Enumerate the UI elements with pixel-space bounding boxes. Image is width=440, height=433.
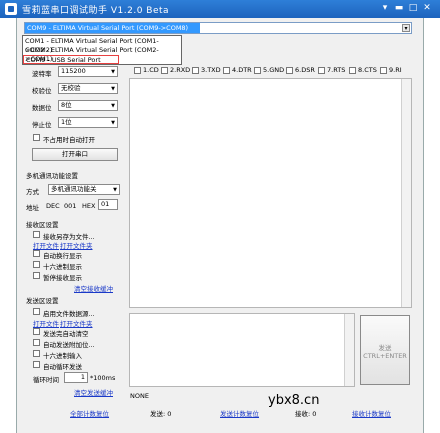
send-area[interactable]	[129, 313, 355, 387]
pause-display-checkbox[interactable]	[33, 272, 40, 279]
chevron-down-icon: ▼	[113, 187, 117, 193]
no-occupy-checkbox[interactable]	[33, 134, 40, 141]
chevron-down-icon: ▼	[111, 120, 115, 126]
received-count: 接收: 0	[295, 410, 317, 418]
loop-time-input[interactable]: 1	[64, 372, 88, 383]
receive-area[interactable]	[129, 78, 412, 308]
hex-display-label: 十六进制显示	[43, 263, 82, 271]
file-data-checkbox[interactable]	[33, 308, 40, 315]
signal-rts[interactable]: 7.RTS	[318, 66, 345, 75]
baud-label: 波特率	[32, 70, 52, 78]
port-option-selected[interactable]: COM9 - USB Serial Port	[23, 55, 119, 64]
hex-input-checkbox[interactable]	[33, 350, 40, 357]
signal-dsr[interactable]: 6.DSR	[286, 66, 315, 75]
receive-scrollbar[interactable]	[401, 79, 411, 307]
file-data-label: 启用文件数据源...	[43, 310, 95, 318]
send-section: 发送区设置	[26, 297, 59, 305]
mode-select[interactable]: 多机通讯功能关 ▼	[48, 184, 120, 195]
minimize-button[interactable]: ▬	[392, 2, 406, 15]
signal-gnd[interactable]: 5.GND	[254, 66, 284, 75]
chevron-down-icon: ▼	[111, 69, 115, 75]
port-dropdown-list: COM1 - ELTIMA Virtual Serial Port (COM1-…	[22, 35, 182, 65]
auto-loop-label: 自动循环发送	[43, 363, 82, 371]
auto-newline-checkbox[interactable]	[33, 250, 40, 257]
app-icon	[5, 3, 17, 15]
reset-all-counts-link[interactable]: 全部计数复位	[70, 408, 109, 418]
auto-newline-label: 自动换行显示	[43, 252, 82, 260]
addr-dec-value[interactable]: 001	[64, 202, 76, 210]
signal-ri[interactable]: 9.RI	[380, 66, 402, 75]
port-select[interactable]: COM9 - ELTIMA Virtual Serial Port (COM9-…	[24, 22, 412, 34]
reset-sent-count-link[interactable]: 发送计数复位	[220, 408, 259, 418]
sent-count: 发送: 0	[150, 410, 172, 418]
pin-button[interactable]: ▾	[378, 2, 392, 15]
loop-time-label: 循环时间	[33, 376, 59, 384]
send-button[interactable]: 发送 CTRL+ENTER	[360, 315, 410, 385]
addr-label: 地址	[26, 204, 39, 212]
data-bits-select[interactable]: 8位 ▼	[58, 100, 118, 111]
multi-comm-section: 多机通讯功能设置	[26, 172, 78, 180]
send-scrollbar[interactable]	[344, 314, 354, 386]
clear-receive-link[interactable]: 清空接收缓冲	[74, 283, 113, 293]
auto-loop-checkbox[interactable]	[33, 361, 40, 368]
open-port-button[interactable]: 打开串口	[32, 148, 118, 161]
port-select-value: COM9 - ELTIMA Virtual Serial Port (COM9-…	[25, 23, 200, 33]
stop-bits-label: 停止位	[32, 121, 52, 129]
stop-bits-select[interactable]: 1位 ▼	[58, 117, 118, 128]
auto-append-checkbox[interactable]	[33, 339, 40, 346]
port-option[interactable]: COM2 - ELTIMA Virtual Serial Port (COM2-…	[23, 46, 181, 63]
chevron-down-icon[interactable]: ▾	[402, 24, 410, 32]
receive-open-folder-link[interactable]: 打开文件夹	[60, 240, 93, 250]
signal-cd[interactable]: 1.CD	[134, 66, 159, 75]
maximize-button[interactable]: □	[406, 2, 420, 15]
mode-label: 方式	[26, 188, 39, 196]
addr-hex-label: HEX	[82, 202, 96, 210]
auto-clear-label: 发送完自动清空	[43, 330, 89, 338]
hex-input-label: 十六进制输入	[43, 352, 82, 360]
reset-received-count-link[interactable]: 接收计数复位	[352, 408, 391, 418]
clear-send-link[interactable]: 清空发送缓冲	[74, 387, 113, 397]
receive-open-file-link[interactable]: 打开文件	[33, 240, 59, 250]
addr-dec-label: DEC	[46, 202, 60, 210]
chevron-down-icon: ▼	[111, 86, 115, 92]
signal-rxd[interactable]: 2.RXD	[161, 66, 190, 75]
signal-dtr[interactable]: 4.DTR	[223, 66, 252, 75]
loop-time-unit: *100ms	[90, 374, 116, 382]
auto-clear-checkbox[interactable]	[33, 328, 40, 335]
send-open-file-link[interactable]: 打开文件	[33, 318, 59, 328]
signal-txd[interactable]: 3.TXD	[192, 66, 221, 75]
no-occupy-label: 不占用时自动打开	[43, 136, 95, 144]
auto-append-label: 自动发送附加位...	[43, 341, 95, 349]
chevron-down-icon: ▼	[111, 103, 115, 109]
baud-select[interactable]: 115200 ▼	[58, 66, 118, 77]
data-bits-label: 数据位	[32, 104, 52, 112]
send-open-folder-link[interactable]: 打开文件夹	[60, 318, 93, 328]
port-option[interactable]: COM1 - ELTIMA Virtual Serial Port (COM1-…	[23, 37, 181, 54]
hex-display-checkbox[interactable]	[33, 261, 40, 268]
watermark: ybx8.cn	[268, 393, 320, 408]
receive-section: 接收区设置	[26, 221, 59, 229]
parity-label: 校验位	[32, 87, 52, 95]
signal-cts[interactable]: 8.CTS	[349, 66, 377, 75]
parity-select[interactable]: 无校验 ▼	[58, 83, 118, 94]
close-button[interactable]: ✕	[420, 2, 434, 15]
save-to-file-checkbox[interactable]	[33, 231, 40, 238]
addr-hex-value[interactable]: 01	[98, 199, 118, 210]
window-title: 雪莉蓝串口调试助手 V1.2.0 Beta	[22, 6, 170, 16]
title-bar: 雪莉蓝串口调试助手 V1.2.0 Beta ▾ ▬ □ ✕	[0, 0, 440, 18]
status-none: NONE	[130, 392, 149, 400]
pause-display-label: 暂停接收显示	[43, 274, 82, 282]
